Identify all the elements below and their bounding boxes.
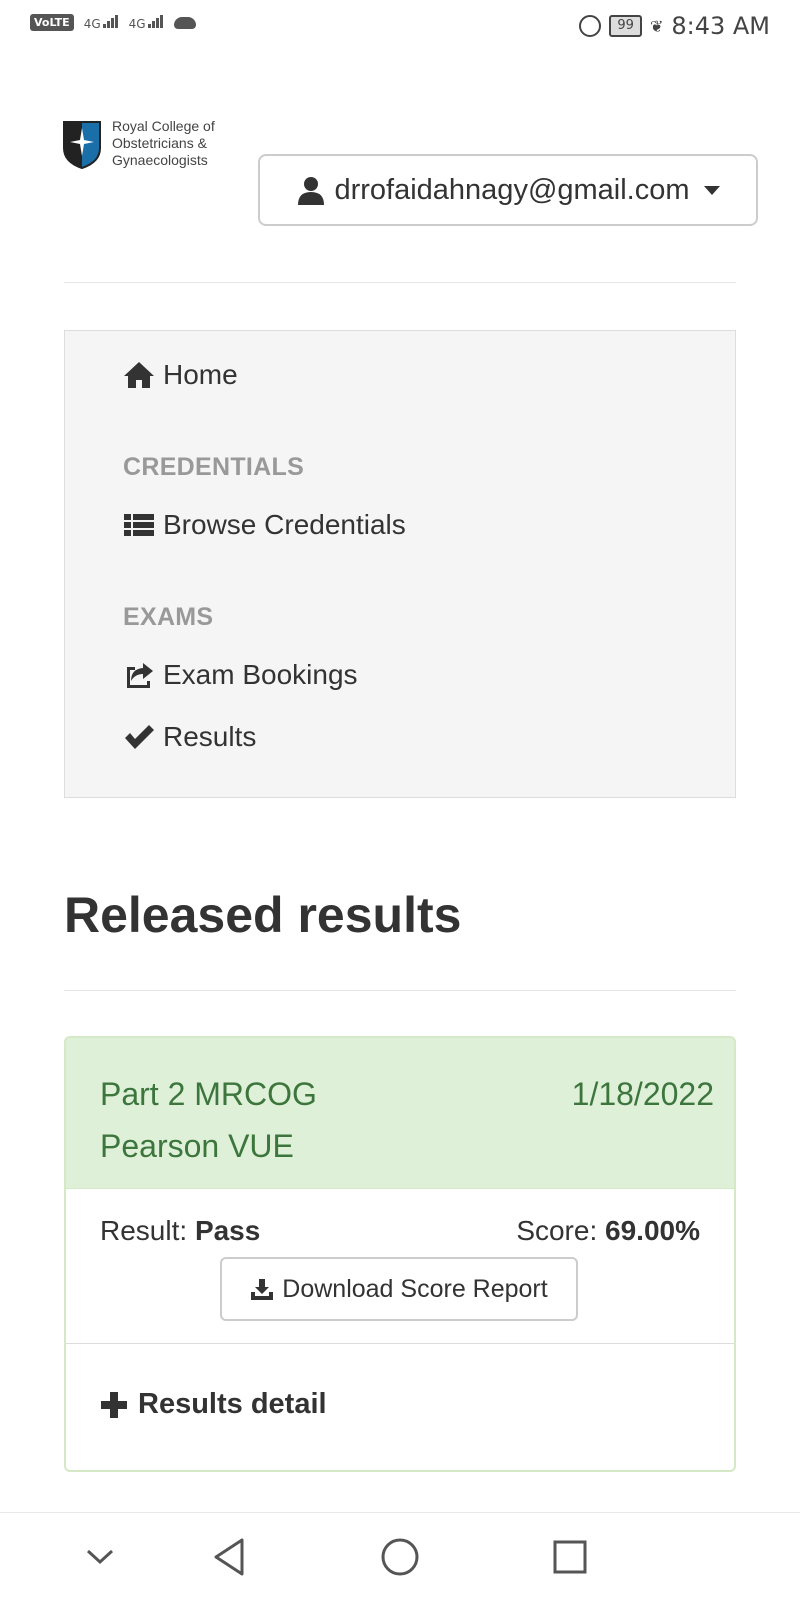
- results-detail-label: Results detail: [138, 1388, 327, 1420]
- chevron-down-icon: [703, 185, 720, 195]
- nav-item-exam-bookings[interactable]: Exam Bookings: [123, 659, 358, 691]
- download-score-report-button[interactable]: Download Score Report: [220, 1257, 578, 1321]
- result-score: Score: 69.00%: [516, 1215, 700, 1247]
- result-value: Pass: [194, 1215, 261, 1246]
- nav-item-results[interactable]: Results: [123, 721, 256, 753]
- score-label: Score:: [516, 1215, 598, 1246]
- home-nav-button[interactable]: [378, 1535, 422, 1579]
- user-icon: [298, 177, 325, 205]
- user-menu-button[interactable]: drrofaidahnagy@gmail.com: [258, 154, 758, 226]
- download-button-label: Download Score Report: [282, 1274, 548, 1303]
- exam-date: 1/18/2022: [571, 1076, 714, 1112]
- logo-line-2: Obstetricians &: [112, 135, 207, 151]
- download-icon: [251, 1279, 274, 1300]
- divider: [64, 990, 736, 991]
- result-card-footer: Results detail: [66, 1344, 734, 1470]
- home-circle-icon: [381, 1538, 419, 1576]
- nav-header-exams: EXAMS: [123, 603, 214, 631]
- exam-info: Part 2 MRCOG Pearson VUE: [100, 1068, 317, 1172]
- chevron-down-icon: [86, 1549, 114, 1565]
- network-type: 4G: [83, 16, 101, 31]
- back-triangle-icon: [214, 1538, 244, 1576]
- shield-logo-icon: [63, 121, 101, 170]
- signal-icon: 4G: [83, 14, 119, 31]
- logo-line-3: Gynaecologists: [112, 152, 208, 168]
- cloud-icon: [173, 16, 196, 29]
- status-bar: VoLTE 4G 4G 99 ❦ 8:43 AM: [0, 0, 800, 56]
- result-card-header: Part 2 MRCOG Pearson VUE 1/18/2022: [66, 1038, 734, 1189]
- result-label: Result:: [100, 1215, 188, 1246]
- logo-line-1: Royal College of: [112, 118, 215, 134]
- divider: [64, 282, 736, 283]
- result-card-body: Result: Pass Score: 69.00% Download Scor…: [66, 1189, 734, 1344]
- plus-icon: [101, 1391, 127, 1418]
- logo-text: Royal College of Obstetricians & Gynaeco…: [112, 118, 232, 170]
- volte-badge: VoLTE: [30, 14, 74, 31]
- signal-icon-2: 4G: [128, 14, 164, 31]
- leaf-icon: ❦: [649, 16, 664, 36]
- sidebar-nav: Home CREDENTIALS Browse Credentials EXAM…: [64, 330, 736, 798]
- nav-item-browse-credentials[interactable]: Browse Credentials: [123, 509, 406, 541]
- exam-provider: Pearson VUE: [100, 1128, 294, 1164]
- recents-square-icon: [553, 1540, 587, 1574]
- alarm-icon: [579, 15, 602, 37]
- network-type-2: 4G: [128, 16, 146, 31]
- clock: 8:43 AM: [671, 12, 770, 40]
- nav-header-credentials: CREDENTIALS: [123, 453, 305, 481]
- battery-icon: 99: [609, 15, 642, 37]
- system-navigation-bar: [0, 1512, 800, 1601]
- back-button[interactable]: [208, 1535, 252, 1579]
- hide-keyboard-button[interactable]: [78, 1535, 122, 1579]
- check-icon: [125, 725, 154, 749]
- home-icon: [124, 362, 154, 388]
- recents-button[interactable]: [548, 1535, 592, 1579]
- user-email: drrofaidahnagy@gmail.com: [334, 173, 690, 206]
- results-detail-toggle[interactable]: Results detail: [100, 1388, 327, 1421]
- share-square-icon: [127, 663, 153, 688]
- nav-item-label: Exam Bookings: [163, 659, 358, 690]
- result-status: Result: Pass: [100, 1215, 260, 1247]
- nav-item-label: Browse Credentials: [163, 509, 406, 540]
- nav-item-home[interactable]: Home: [123, 359, 238, 391]
- nav-item-label: Results: [163, 721, 257, 752]
- page-title: Released results: [64, 887, 462, 943]
- score-value: 69.00%: [605, 1215, 700, 1246]
- rcog-logo[interactable]: Royal College of Obstetricians & Gynaeco…: [62, 118, 232, 170]
- nav-item-label: Home: [163, 359, 238, 390]
- list-icon: [124, 514, 154, 536]
- exam-name: Part 2 MRCOG: [100, 1076, 317, 1112]
- result-card: Part 2 MRCOG Pearson VUE 1/18/2022 Resul…: [64, 1036, 736, 1472]
